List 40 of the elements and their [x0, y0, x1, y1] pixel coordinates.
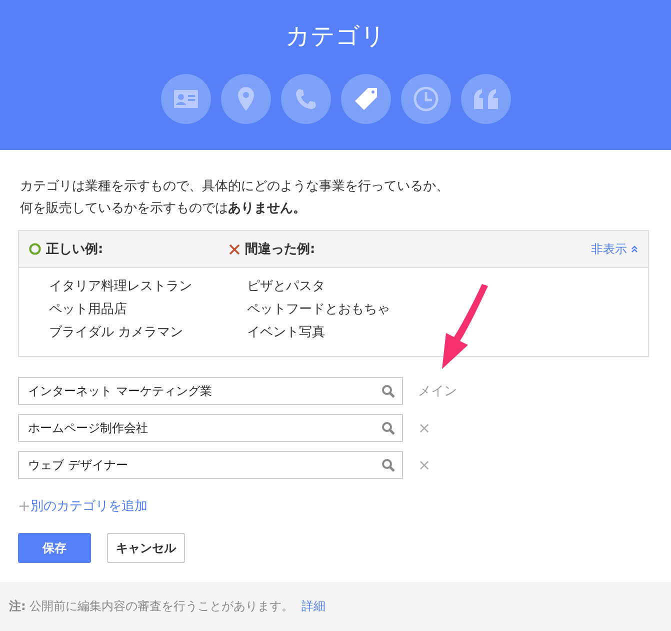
search-icon[interactable] — [382, 422, 395, 435]
remove-button[interactable]: × — [416, 419, 433, 437]
step-button[interactable] — [460, 74, 510, 124]
cross-icon — [229, 244, 240, 254]
step-button[interactable] — [160, 74, 210, 124]
category-field[interactable]: インターネット マーケティング業 — [18, 377, 403, 405]
remove-button[interactable]: × — [416, 456, 433, 474]
phone-icon — [294, 87, 318, 111]
quote-icon — [474, 89, 498, 109]
save-button[interactable]: 保存 — [18, 533, 91, 563]
tag-icon — [352, 86, 378, 112]
hide-link[interactable]: 非表示 — [591, 240, 638, 258]
map-pin-icon — [238, 87, 254, 111]
description-text: カテゴリは業種を示すもので、具体的にどのような事業を行っているか、何を販売しているかを示すものではありません。 — [19, 178, 450, 218]
search-icon[interactable] — [382, 459, 395, 472]
good-examples-heading: 正しい例: — [46, 241, 104, 258]
good-example: ブライダル カメラマン — [49, 324, 184, 342]
bad-example: イベント写真 — [247, 324, 326, 342]
details-link[interactable]: 詳細 — [302, 599, 326, 613]
circle-icon — [29, 243, 41, 255]
step-button[interactable] — [220, 74, 270, 124]
category-field[interactable]: ホームページ制作会社 — [18, 414, 403, 442]
cancel-button[interactable]: キャンセル — [107, 533, 185, 563]
category-field[interactable]: ウェブ デザイナー — [18, 451, 403, 479]
contact-card-icon — [174, 90, 198, 108]
step-button[interactable] — [340, 74, 390, 124]
chevron-up-icon — [631, 245, 638, 253]
primary-label: メイン — [418, 383, 457, 400]
clock-icon — [412, 86, 438, 112]
add-category-link[interactable]: +別のカテゴリを追加 — [18, 497, 148, 515]
bad-examples-heading: 間違った例: — [245, 241, 316, 258]
bad-example: ペットフードとおもちゃ — [247, 301, 391, 319]
search-icon[interactable] — [382, 385, 395, 398]
review-note: 注: 公開前に編集内容の審査を行うことがあります。 詳細 — [9, 598, 326, 615]
good-example: ペット用品店 — [49, 301, 128, 319]
step-button[interactable] — [400, 74, 450, 124]
step-button[interactable] — [280, 74, 330, 124]
page-title: カテゴリ — [286, 21, 386, 52]
bad-example: ピザとパスタ — [247, 278, 326, 296]
good-example: イタリア料理レストラン — [49, 278, 193, 296]
